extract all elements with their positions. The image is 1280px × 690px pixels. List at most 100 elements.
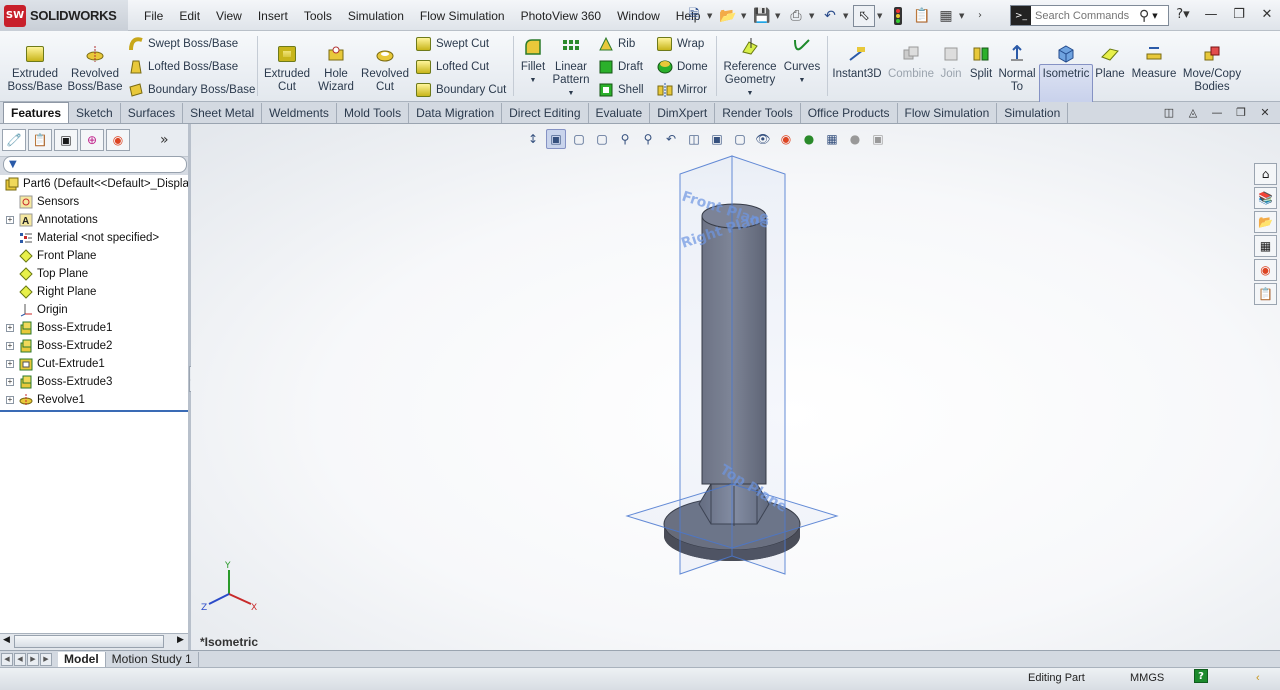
options-dropdown-icon[interactable]: ▼ [959,12,967,20]
fillet-button[interactable]: Fillet ▼ [516,36,550,87]
tab-simulation[interactable]: Simulation [997,103,1069,123]
tab-direct-editing[interactable]: Direct Editing [502,103,589,123]
draft-button[interactable]: Draft [597,57,643,77]
tab-sketch[interactable]: Sketch [69,103,121,123]
solidworks-logo[interactable]: SW SOLIDWORKS [0,0,128,31]
bottom-tab-model[interactable]: Model [58,651,106,667]
tree-item-material[interactable]: Material <not specified> [6,229,159,247]
next-tab-icon[interactable]: ▶ [27,652,39,666]
tab-render-tools[interactable]: Render Tools [715,103,801,123]
doc-restore-icon[interactable]: ❐ [1232,104,1250,120]
display-manager-icon[interactable]: ◉ [106,129,130,151]
configuration-manager-icon[interactable]: ▣ [54,129,78,151]
expand-icon[interactable]: + [6,396,14,404]
revolved-cut-button[interactable]: Revolved Cut [360,43,410,94]
more-toolbar-icon[interactable]: › [969,5,991,27]
tab-sheet-metal[interactable]: Sheet Metal [183,103,263,123]
menu-photoview-360[interactable]: PhotoView 360 [513,9,610,23]
new-dropdown-icon[interactable]: ▼ [707,12,715,20]
save-dropdown-icon[interactable]: ▼ [775,12,783,20]
zoom-to-fit-icon[interactable]: ↕ [523,129,543,149]
menu-insert[interactable]: Insert [250,9,296,23]
graphics-area[interactable]: Front Plane Right Plane Top Plane Y X Z [191,124,1280,652]
tab-mold-tools[interactable]: Mold Tools [337,103,410,123]
tab-features[interactable]: Features [3,102,70,123]
split-button[interactable]: Split [967,43,995,81]
tree-item-sensors[interactable]: Sensors [6,193,79,211]
print-icon[interactable]: ⎙ [785,5,807,27]
rollback-bar[interactable] [0,410,188,412]
view-cube-icon[interactable]: ▢ [569,129,589,149]
expand-icon[interactable]: + [6,378,14,386]
open-dropdown-icon[interactable]: ▼ [741,12,749,20]
search-input[interactable] [1031,9,1139,22]
feature-manager-tree-icon[interactable]: 🧷 [2,129,26,151]
extruded-cut-button[interactable]: Extruded Cut [262,43,312,94]
tile-left-icon[interactable]: ◫ [1160,104,1178,120]
view-isometric-icon[interactable]: ▣ [546,129,566,149]
save-icon[interactable]: 💾 [751,5,773,27]
solidworks-resources-icon[interactable]: ⌂ [1254,163,1277,185]
tree-item-top[interactable]: Top Plane [6,265,88,283]
help-icon[interactable]: ?▾ [1172,4,1194,24]
last-tab-icon[interactable]: ▶ [40,652,52,666]
tab-office-products[interactable]: Office Products [801,103,898,123]
plane-button[interactable]: Plane [1094,43,1126,81]
shell-button[interactable]: Shell [597,80,644,100]
new-document-icon[interactable]: 🗎 [683,5,705,27]
minimize-icon[interactable]: — [1200,4,1222,24]
tree-item-boss-extrude2[interactable]: + Boss-Extrude2 [6,337,112,355]
status-units[interactable]: MMGS [1130,672,1164,684]
hide-show-items-icon[interactable]: 👁 [753,129,773,149]
menu-file[interactable]: File [136,9,171,23]
fillet-dropdown-icon[interactable]: ▼ [530,74,537,87]
options-icon[interactable]: ▦ [935,5,957,27]
display-style-icon[interactable]: ▢ [730,129,750,149]
tree-item-origin[interactable]: Origin [6,301,68,319]
zoom-selection-icon[interactable]: ⚲ [638,129,658,149]
tree-item-annotations[interactable]: + A Annotations [6,211,98,229]
tree-item-right[interactable]: Right Plane [6,283,96,301]
tree-item-front[interactable]: Front Plane [6,247,96,265]
expand-panel-icon[interactable]: » [160,132,169,148]
lofted-cut-button[interactable]: Lofted Cut [415,57,489,77]
file-explorer-icon[interactable]: 📂 [1254,211,1277,233]
tab-surfaces[interactable]: Surfaces [121,103,184,123]
expand-icon[interactable]: + [6,342,14,350]
tab-dimxpert[interactable]: DimXpert [650,103,716,123]
tree-item-boss-extrude3[interactable]: + Boss-Extrude3 [6,373,112,391]
normal-to-button[interactable]: Normal To [997,43,1037,94]
undo-dropdown-icon[interactable]: ▼ [843,12,851,20]
curves-dropdown-icon[interactable]: ▼ [799,74,806,87]
lofted-boss-button[interactable]: Lofted Boss/Base [127,57,238,77]
custom-properties-icon[interactable]: 📋 [1254,283,1277,305]
view-orientation-icon[interactable]: ▣ [707,129,727,149]
quick-tips-icon[interactable]: ? [1194,669,1208,683]
menu-view[interactable]: View [208,9,250,23]
doc-close-icon[interactable]: ✕ [1256,104,1274,120]
swept-boss-button[interactable]: Swept Boss/Base [127,34,238,54]
linear-pattern-button[interactable]: Linear Pattern ▼ [551,36,591,100]
feature-filter[interactable]: ▼ [3,156,187,173]
status-arrow-icon[interactable]: ‹ [1256,672,1260,684]
move-copy-bodies-button[interactable]: Move/Copy Bodies [1182,43,1242,94]
wrap-button[interactable]: Wrap [656,34,704,54]
appearances-icon[interactable]: ◉ [1254,259,1277,281]
revolved-boss-button[interactable]: Revolved Boss/Base [68,43,123,94]
boundary-cut-button[interactable]: Boundary Cut [415,80,506,100]
coordinate-triad[interactable]: Y X Z [201,561,257,613]
dimxpert-manager-icon[interactable]: ⊕ [80,129,104,151]
search-icon[interactable]: ⚲ [1139,8,1149,24]
swept-cut-button[interactable]: Swept Cut [415,34,489,54]
menu-edit[interactable]: Edit [171,9,208,23]
menu-window[interactable]: Window [609,9,668,23]
previous-view-icon[interactable]: ↶ [661,129,681,149]
menu-flow-simulation[interactable]: Flow Simulation [412,9,513,23]
tree-item-part6[interactable]: Part6 (Default<<Default>_Displa [4,175,189,193]
doc-minimize-icon[interactable]: — [1208,104,1226,120]
restore-icon[interactable]: ❐ [1228,4,1250,24]
pattern-dropdown-icon[interactable]: ▼ [568,87,575,100]
extruded-boss-button[interactable]: Extruded Boss/Base [8,43,63,94]
scroll-right-icon[interactable]: ▶ [177,635,184,645]
expand-icon[interactable]: + [6,216,14,224]
